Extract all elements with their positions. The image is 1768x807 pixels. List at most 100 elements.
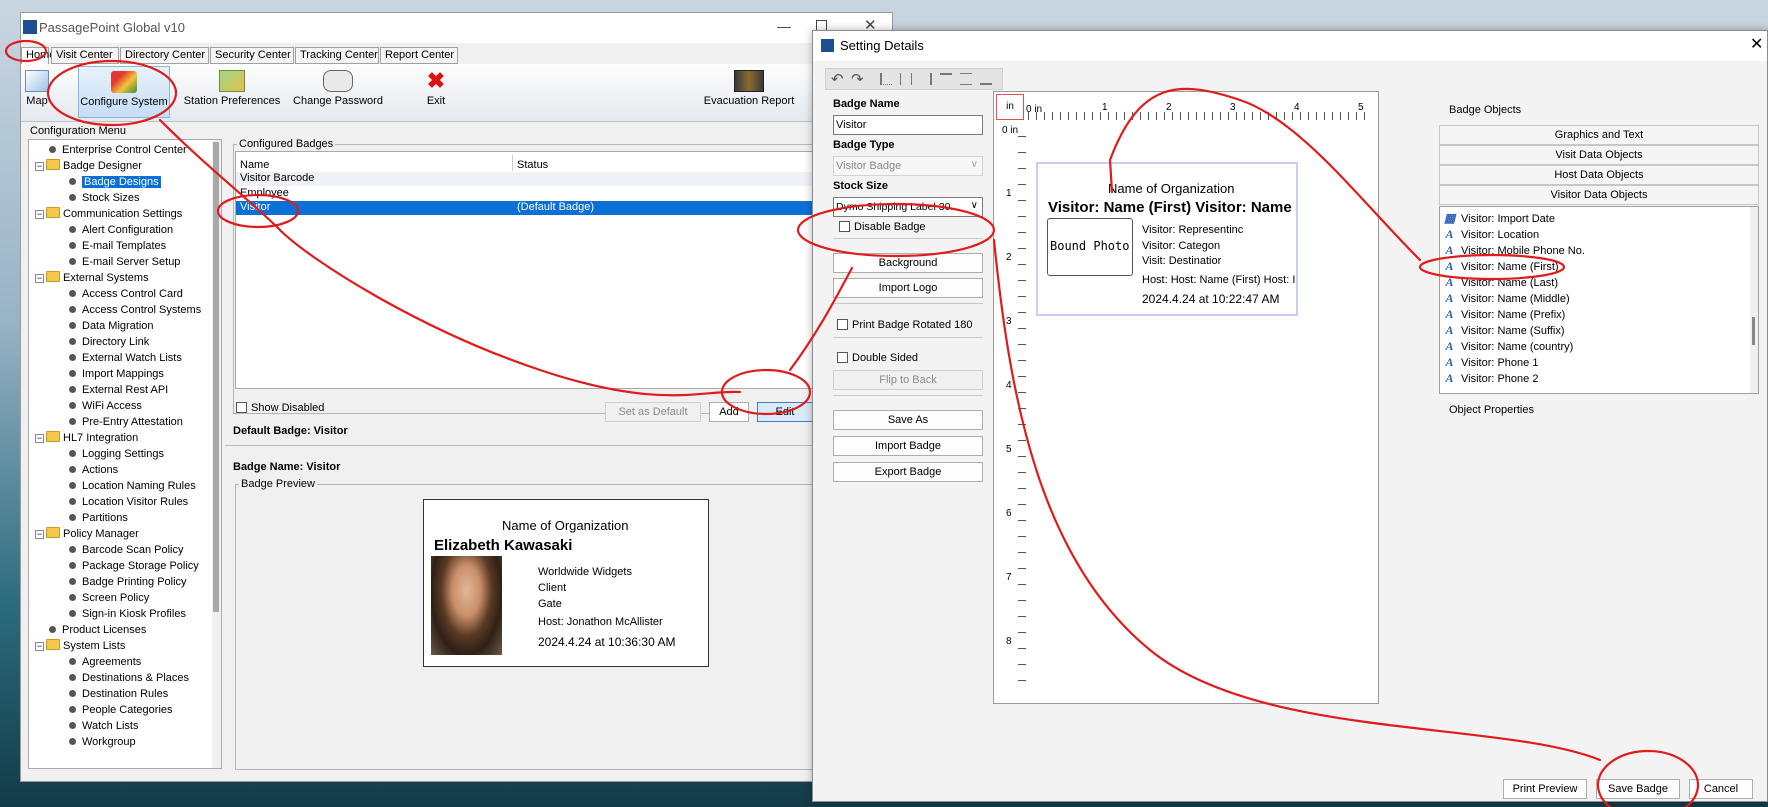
add-button[interactable]: Add [709, 402, 749, 422]
evacuation-report-button[interactable]: Evacuation Report [701, 66, 797, 118]
tree-item[interactable]: Location Visitor Rules [69, 494, 188, 510]
collapse-icon[interactable]: − [35, 162, 44, 171]
tree-item[interactable]: − HL7 Integration [35, 430, 138, 446]
tree-item[interactable]: Screen Policy [69, 590, 149, 606]
station-preferences-button[interactable]: Station Preferences [182, 66, 282, 118]
tree-item[interactable]: Data Migration [69, 318, 154, 334]
cancel-button[interactable]: Cancel [1689, 779, 1753, 799]
tab-home[interactable]: Home [21, 47, 55, 64]
list-scrollbar-thumb[interactable] [1752, 317, 1755, 345]
checkbox-box[interactable] [837, 352, 848, 363]
edit-button[interactable]: Edit [757, 402, 813, 422]
canvas-destination[interactable]: Visit: Destinatior [1142, 255, 1221, 267]
align-bottom-icon[interactable] [980, 73, 992, 85]
tree-item[interactable]: Watch Lists [69, 718, 138, 734]
align-middle-icon[interactable] [960, 73, 972, 85]
minimize-icon[interactable]: — [777, 18, 791, 34]
redo-icon[interactable]: ↷ [851, 70, 864, 88]
export-badge-button[interactable]: Export Badge [833, 462, 983, 482]
undo-icon[interactable]: ↶ [831, 70, 844, 88]
section-visitor-data-objects[interactable]: Visitor Data Objects [1439, 185, 1759, 205]
ruler-unit-box[interactable]: in [996, 94, 1024, 120]
print-preview-button[interactable]: Print Preview [1503, 779, 1587, 799]
list-scrollbar[interactable] [1750, 207, 1758, 393]
change-password-button[interactable]: Change Password [291, 66, 385, 118]
canvas-name-text[interactable]: Visitor: Name (First) Visitor: Name (L [1048, 199, 1296, 216]
tree-item[interactable]: − Communication Settings [35, 206, 182, 222]
tab-security-center[interactable]: Security Center [210, 47, 294, 64]
tree-item[interactable]: Access Control Systems [69, 302, 201, 318]
tree-item[interactable]: E-mail Templates [69, 238, 166, 254]
visitor-objects-list[interactable]: ▦ Visitor: Import Date A Visitor: Location A… [1439, 206, 1759, 394]
checkbox-box[interactable] [839, 221, 850, 232]
col-header-name[interactable]: Name [240, 159, 269, 171]
tree-item[interactable]: − Badge Designer [35, 158, 142, 174]
tree-item[interactable]: Partitions [69, 510, 128, 526]
table-row[interactable]: Employee [236, 187, 854, 201]
tree-item[interactable]: Actions [69, 462, 118, 478]
section-graphics-and-text[interactable]: Graphics and Text [1439, 125, 1759, 145]
tree-scrollbar[interactable] [212, 140, 221, 768]
tree-item[interactable]: Pre-Entry Attestation [69, 414, 183, 430]
tree-item[interactable]: Location Naming Rules [69, 478, 196, 494]
badge-name-input[interactable]: Visitor [833, 115, 983, 135]
tree-item[interactable]: Product Licenses [49, 622, 146, 638]
tree-item[interactable]: Badge Printing Policy [69, 574, 187, 590]
tab-tracking-center[interactable]: Tracking Center [295, 47, 379, 64]
checkbox-box[interactable] [837, 319, 848, 330]
tab-report-center[interactable]: Report Center [380, 47, 458, 64]
tree-item[interactable]: Barcode Scan Policy [69, 542, 184, 558]
canvas-bound-photo[interactable]: Bound Photo [1047, 218, 1133, 276]
flip-to-back-button[interactable]: Flip to Back [833, 370, 983, 390]
exit-button[interactable]: ✖ Exit [421, 66, 451, 118]
design-canvas-area[interactable]: in 0 in 1 2 3 4 5 0 in 1 2 3 4 5 6 7 8 N… [993, 91, 1379, 704]
collapse-icon[interactable]: − [35, 434, 44, 443]
tree-item[interactable]: Destination Rules [69, 686, 168, 702]
config-menu-tree[interactable]: Enterprise Control Center − Badge Designer… [28, 139, 222, 769]
tree-item[interactable]: Workgroup [69, 734, 136, 750]
double-sided-checkbox[interactable]: Double Sided [837, 352, 918, 364]
list-item[interactable]: A Visitor: Phone 2 [1444, 369, 1538, 387]
print-rotated-checkbox[interactable]: Print Badge Rotated 180 [837, 319, 972, 331]
align-left-icon[interactable] [880, 73, 892, 85]
canvas-org-text[interactable]: Name of Organization [1108, 181, 1234, 196]
section-visit-data-objects[interactable]: Visit Data Objects [1439, 145, 1759, 165]
collapse-icon[interactable]: − [35, 530, 44, 539]
tree-item[interactable]: Sign-in Kiosk Profiles [69, 606, 186, 622]
save-badge-button[interactable]: Save Badge [1596, 779, 1680, 799]
tree-item[interactable]: Enterprise Control Center [49, 142, 187, 158]
show-disabled-checkbox[interactable]: Show Disabled [236, 402, 324, 414]
close-icon[interactable]: ✕ [1750, 34, 1763, 54]
map-button[interactable]: Map [21, 66, 53, 118]
table-row-selected[interactable]: Visitor (Default Badge) [236, 201, 854, 215]
section-host-data-objects[interactable]: Host Data Objects [1439, 165, 1759, 185]
tree-scrollbar-thumb[interactable] [213, 142, 219, 612]
canvas-representing[interactable]: Visitor: Representinc [1142, 224, 1243, 236]
import-logo-button[interactable]: Import Logo [833, 278, 983, 298]
tree-item[interactable]: Access Control Card [69, 286, 183, 302]
configure-system-button[interactable]: Configure System [78, 66, 170, 118]
tree-item[interactable]: Logging Settings [69, 446, 164, 462]
tree-item[interactable]: E-mail Server Setup [69, 254, 180, 270]
tree-item[interactable]: Destinations & Places [69, 670, 189, 686]
tree-item[interactable]: People Categories [69, 702, 173, 718]
align-center-icon[interactable] [900, 73, 912, 85]
collapse-icon[interactable]: − [35, 210, 44, 219]
canvas-host[interactable]: Host: Host: Name (First) Host: I [1142, 274, 1295, 286]
collapse-icon[interactable]: − [35, 274, 44, 283]
align-top-icon[interactable] [940, 73, 952, 85]
canvas-category[interactable]: Visitor: Categon [1142, 240, 1220, 252]
badge-type-select[interactable]: Visitor Badge ∨ [833, 156, 983, 176]
collapse-icon[interactable]: − [35, 642, 44, 651]
badge-design-canvas[interactable]: Name of Organization Visitor: Name (Firs… [1036, 162, 1298, 316]
save-as-button[interactable]: Save As [833, 410, 983, 430]
tree-item[interactable]: External Rest API [69, 382, 168, 398]
tree-item[interactable]: Agreements [69, 654, 141, 670]
tree-item[interactable]: External Watch Lists [69, 350, 182, 366]
tree-item[interactable]: − Policy Manager [35, 526, 139, 542]
set-as-default-button[interactable]: Set as Default [605, 402, 701, 422]
import-badge-button[interactable]: Import Badge [833, 436, 983, 456]
tab-directory-center[interactable]: Directory Center [120, 47, 209, 64]
canvas-date[interactable]: 2024.4.24 at 10:22:47 AM [1142, 292, 1279, 306]
tree-item[interactable]: Alert Configuration [69, 222, 173, 238]
